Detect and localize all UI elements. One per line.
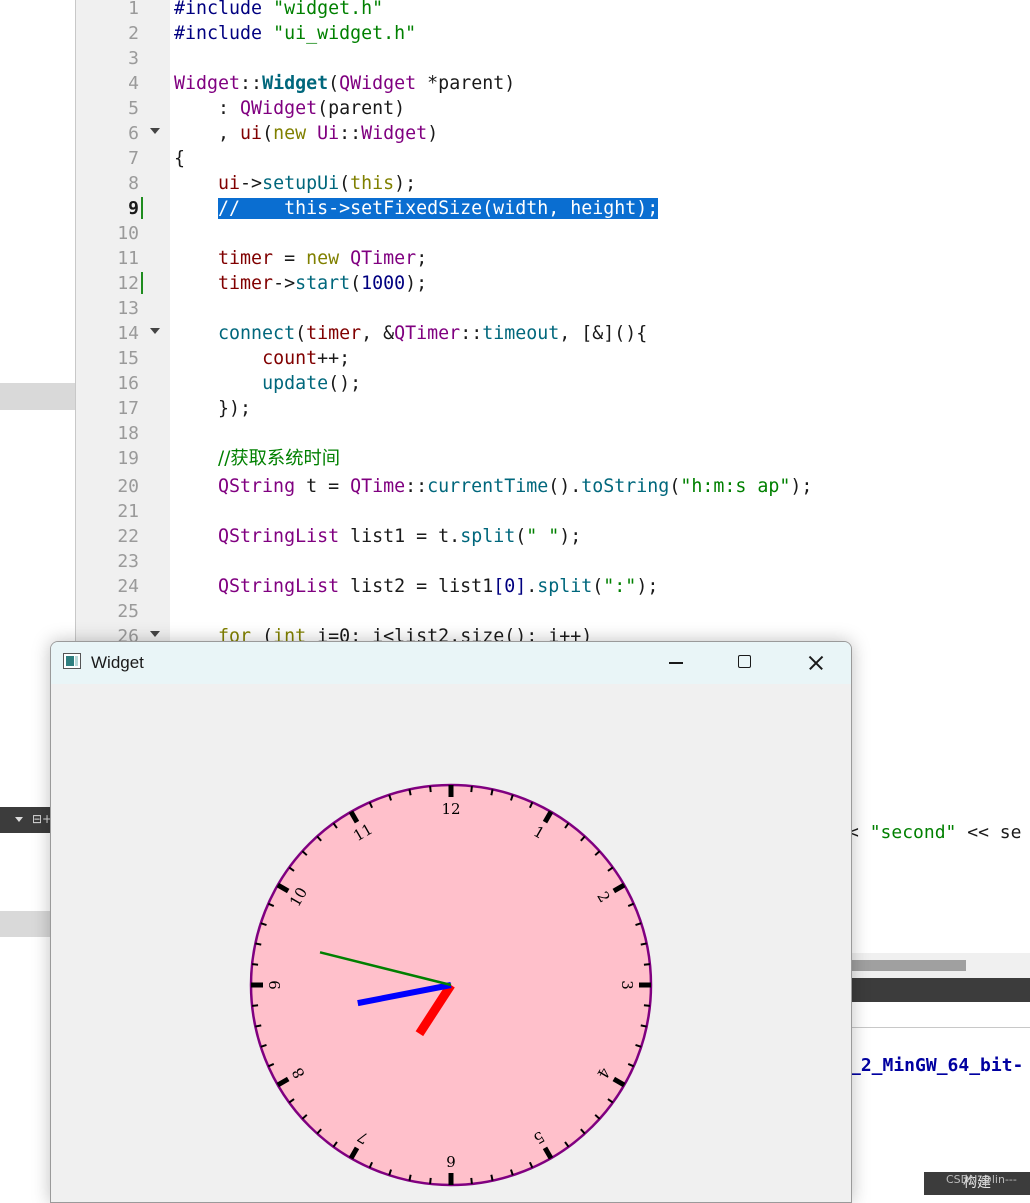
line-number: 6	[128, 123, 139, 144]
clock-number: 9	[266, 980, 284, 990]
line-number: 23	[117, 551, 139, 572]
line-number: 7	[128, 148, 139, 169]
code-line-16: update();	[262, 373, 362, 394]
code-line-19: //获取系统时间	[218, 448, 341, 469]
clock-number: 3	[618, 980, 636, 990]
minute-tick	[470, 785, 473, 793]
code-line-14: connect(timer, &QTimer::timeout, [&](){	[218, 323, 648, 344]
minute-tick	[429, 1177, 432, 1185]
output-pane-toolbar	[850, 978, 1030, 1002]
line-number: 8	[128, 173, 139, 194]
line-number: 24	[117, 576, 139, 597]
code-line-7: {	[174, 148, 186, 169]
minute-tick	[470, 1177, 473, 1185]
code-line-5: : QWidget(parent)	[174, 98, 406, 119]
widget-window: Widget 12 1 2 3 4 5 6 7 8 9 10 11	[50, 641, 852, 1203]
code-line-6: , ui(new Ui::Widget)	[174, 123, 439, 144]
code-line-22: QStringList list1 = t.split(" ");	[218, 526, 582, 547]
code-line-4: Widget::Widget(QWidget *parent)	[174, 73, 516, 94]
code-line-2: #include "ui_widget.h"	[174, 23, 417, 44]
minute-tick	[255, 942, 262, 946]
code-line-11: timer = new QTimer;	[218, 248, 428, 269]
minute-tick	[408, 1174, 412, 1181]
line-number: 10	[117, 223, 139, 244]
modified-line-marker	[141, 272, 143, 294]
minute-tick	[408, 789, 412, 796]
kit-name-text: _2_MinGW_64_bit-	[850, 1055, 1024, 1076]
minute-tick	[640, 1024, 647, 1028]
line-number: 17	[117, 398, 139, 419]
line-number: 15	[117, 348, 139, 369]
code-line-9: // this->setFixedSize(width, height);	[174, 196, 659, 221]
line-number: 11	[117, 248, 139, 269]
scrollbar-thumb[interactable]	[850, 960, 966, 971]
minute-tick	[251, 963, 259, 966]
fold-arrow-icon[interactable]	[150, 128, 160, 134]
clock-number: 6	[446, 1152, 456, 1170]
line-number: 1	[128, 0, 139, 19]
line-number: 16	[117, 373, 139, 394]
line-number: 25	[117, 601, 139, 622]
side-panel-selected-row[interactable]	[0, 383, 75, 410]
minute-tick	[255, 1024, 262, 1028]
modified-line-marker	[141, 197, 143, 219]
code-line-1: #include "widget.h"	[174, 0, 384, 19]
line-number: 9	[128, 198, 139, 219]
minute-tick	[251, 1004, 259, 1007]
watermark: CSDN @lin---	[946, 1173, 1017, 1186]
selected-text[interactable]: // this->setFixedSize(width, height);	[218, 198, 659, 219]
code-line-15: count++;	[262, 348, 351, 369]
line-number: 22	[117, 526, 139, 547]
code-line-20: QString t = QTime::currentTime().toStrin…	[218, 476, 813, 497]
line-number: 13	[117, 298, 139, 319]
line-number: 19	[117, 448, 139, 469]
line-number: 2	[128, 23, 139, 44]
fold-arrow-icon[interactable]	[150, 631, 160, 637]
code-fragment-output: < "second" << se	[848, 822, 1022, 843]
code-line-8: ui->setupUi(this);	[218, 173, 417, 194]
code-line-17: });	[174, 398, 252, 419]
divider	[850, 1027, 1030, 1028]
minute-tick	[490, 789, 494, 796]
fold-arrow-icon[interactable]	[150, 328, 160, 334]
clock-number: 12	[441, 800, 460, 818]
minute-tick	[643, 1004, 651, 1007]
minute-tick	[490, 1174, 494, 1181]
side-panel-toolbar: ⊟+	[0, 807, 52, 833]
minute-tick	[640, 942, 647, 946]
code-editor[interactable]: #include "widget.h" #include "ui_widget.…	[174, 0, 1030, 650]
line-number: 20	[117, 476, 139, 497]
analog-clock: 121234567891011	[249, 783, 653, 1187]
line-number: 3	[128, 48, 139, 69]
line-number: 21	[117, 501, 139, 522]
dropdown-arrow-icon[interactable]	[15, 817, 23, 822]
minute-tick	[643, 963, 651, 966]
minute-tick	[429, 785, 432, 793]
code-line-12: timer->start(1000);	[218, 273, 428, 294]
line-number: 5	[128, 98, 139, 119]
line-number: 14	[117, 323, 139, 344]
code-line-24: QStringList list2 = list1[0].split(":");	[218, 576, 659, 597]
line-number: 12	[117, 273, 139, 294]
line-number: 18	[117, 423, 139, 444]
line-number: 4	[128, 73, 139, 94]
